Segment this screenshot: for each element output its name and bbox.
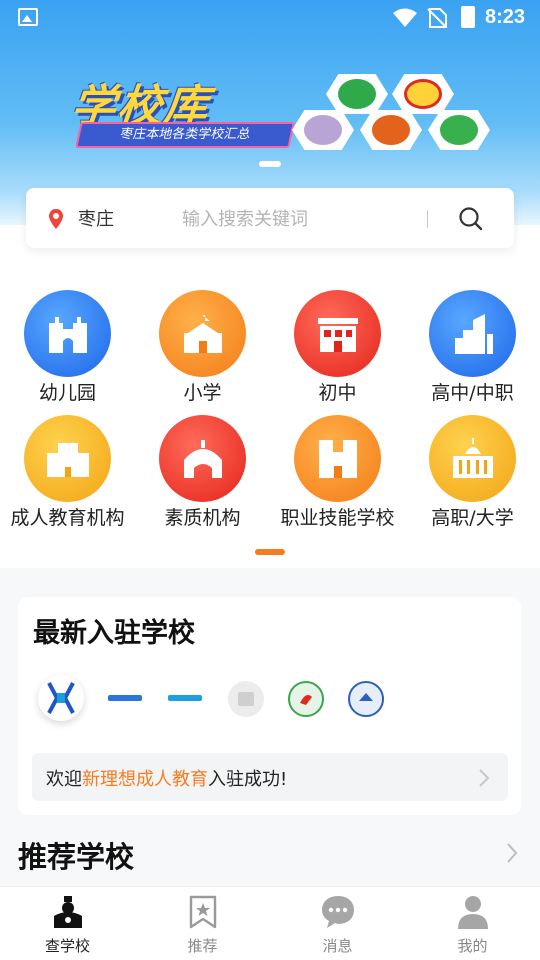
tab-recommend[interactable]: 推荐	[135, 887, 270, 960]
chat-bubble-icon	[322, 896, 354, 928]
person-icon	[458, 896, 488, 929]
battery-charging-icon	[461, 6, 475, 28]
search-divider	[427, 210, 428, 228]
school-logo-hexagon	[292, 110, 354, 150]
carousel-indicator	[259, 161, 281, 167]
category-label: 小学	[183, 382, 222, 404]
school-logo[interactable]	[168, 693, 202, 703]
school-logo-hexagon	[360, 110, 422, 150]
search-icon[interactable]	[458, 206, 484, 232]
category-label: 初中	[318, 382, 357, 404]
school-search-icon	[54, 896, 82, 928]
chevron-right-icon[interactable]	[506, 842, 518, 864]
university-icon	[429, 415, 516, 502]
category-adult-education[interactable]: 成人教育机构	[0, 411, 135, 531]
wifi-icon	[393, 8, 417, 27]
location-pin-icon	[49, 209, 63, 229]
bottom-tab-bar: 查学校 推荐 消息 我的	[0, 886, 540, 960]
school-logo[interactable]	[228, 681, 264, 717]
school-logo-hexagon	[428, 110, 490, 150]
bookmark-star-icon	[189, 895, 217, 929]
welcome-text: 欢迎新理想成人教育入驻成功!	[46, 765, 287, 791]
high-school-building-icon	[429, 290, 516, 377]
tab-label: 推荐	[187, 937, 218, 955]
welcome-prefix: 欢迎	[46, 769, 82, 790]
welcome-suffix: 入驻成功!	[208, 769, 288, 790]
tab-me[interactable]: 我的	[405, 887, 540, 960]
adult-education-building-icon	[24, 415, 111, 502]
status-time: 8:23	[485, 6, 526, 28]
welcome-school-name[interactable]: 新理想成人教育	[82, 769, 208, 790]
recommended-schools-title: 推荐学校	[18, 840, 135, 874]
category-kindergarten[interactable]: 幼儿园	[0, 286, 135, 406]
tab-label: 消息	[322, 937, 353, 955]
category-middle-school[interactable]: 初中	[270, 286, 405, 406]
city-selector[interactable]: 枣庄	[78, 205, 114, 231]
category-label: 素质机构	[164, 507, 241, 529]
category-vocational-school[interactable]: 职业技能学校	[270, 411, 405, 531]
school-logo-hexagon	[326, 74, 388, 114]
vocational-school-icon	[294, 415, 381, 502]
search-input[interactable]: 输入搜索关键词	[182, 205, 308, 231]
status-bar: 8:23	[0, 0, 540, 36]
no-sim-icon	[427, 8, 447, 28]
category-label: 职业技能学校	[280, 507, 395, 529]
tab-messages[interactable]: 消息	[270, 887, 405, 960]
category-primary-school[interactable]: 小学	[135, 286, 270, 406]
search-bar[interactable]: 枣庄 输入搜索关键词	[26, 188, 514, 248]
kindergarten-castle-icon	[24, 290, 111, 377]
primary-school-icon	[159, 290, 246, 377]
tab-label: 查学校	[44, 937, 90, 955]
tab-label: 我的	[457, 937, 488, 955]
category-label: 高中/中职	[431, 382, 514, 404]
newest-schools-title: 最新入驻学校	[33, 618, 195, 649]
school-logo[interactable]	[348, 681, 384, 717]
middle-school-icon	[294, 290, 381, 377]
gallery-notification-icon	[18, 8, 38, 26]
tab-find-school[interactable]: 查学校	[0, 887, 135, 960]
category-quality-institution[interactable]: 素质机构	[135, 411, 270, 531]
school-logo[interactable]	[108, 693, 142, 703]
newest-schools-card: 最新入驻学校 欢迎新理想成人教育入驻成功!	[18, 597, 521, 815]
welcome-notice[interactable]: 欢迎新理想成人教育入驻成功!	[32, 753, 508, 801]
category-label: 成人教育机构	[10, 507, 125, 529]
banner-subtitle: 枣庄本地各类学校汇总	[75, 122, 295, 148]
category-university[interactable]: 高职/大学	[405, 411, 540, 531]
school-logo[interactable]	[38, 675, 84, 721]
chevron-right-icon	[479, 769, 490, 787]
category-page-indicator	[255, 549, 285, 555]
quality-institution-icon	[159, 415, 246, 502]
category-label: 高职/大学	[431, 507, 514, 529]
school-logo-hexagon	[392, 74, 454, 114]
category-label: 幼儿园	[38, 382, 96, 404]
category-high-school[interactable]: 高中/中职	[405, 286, 540, 406]
school-logo[interactable]	[288, 681, 324, 717]
